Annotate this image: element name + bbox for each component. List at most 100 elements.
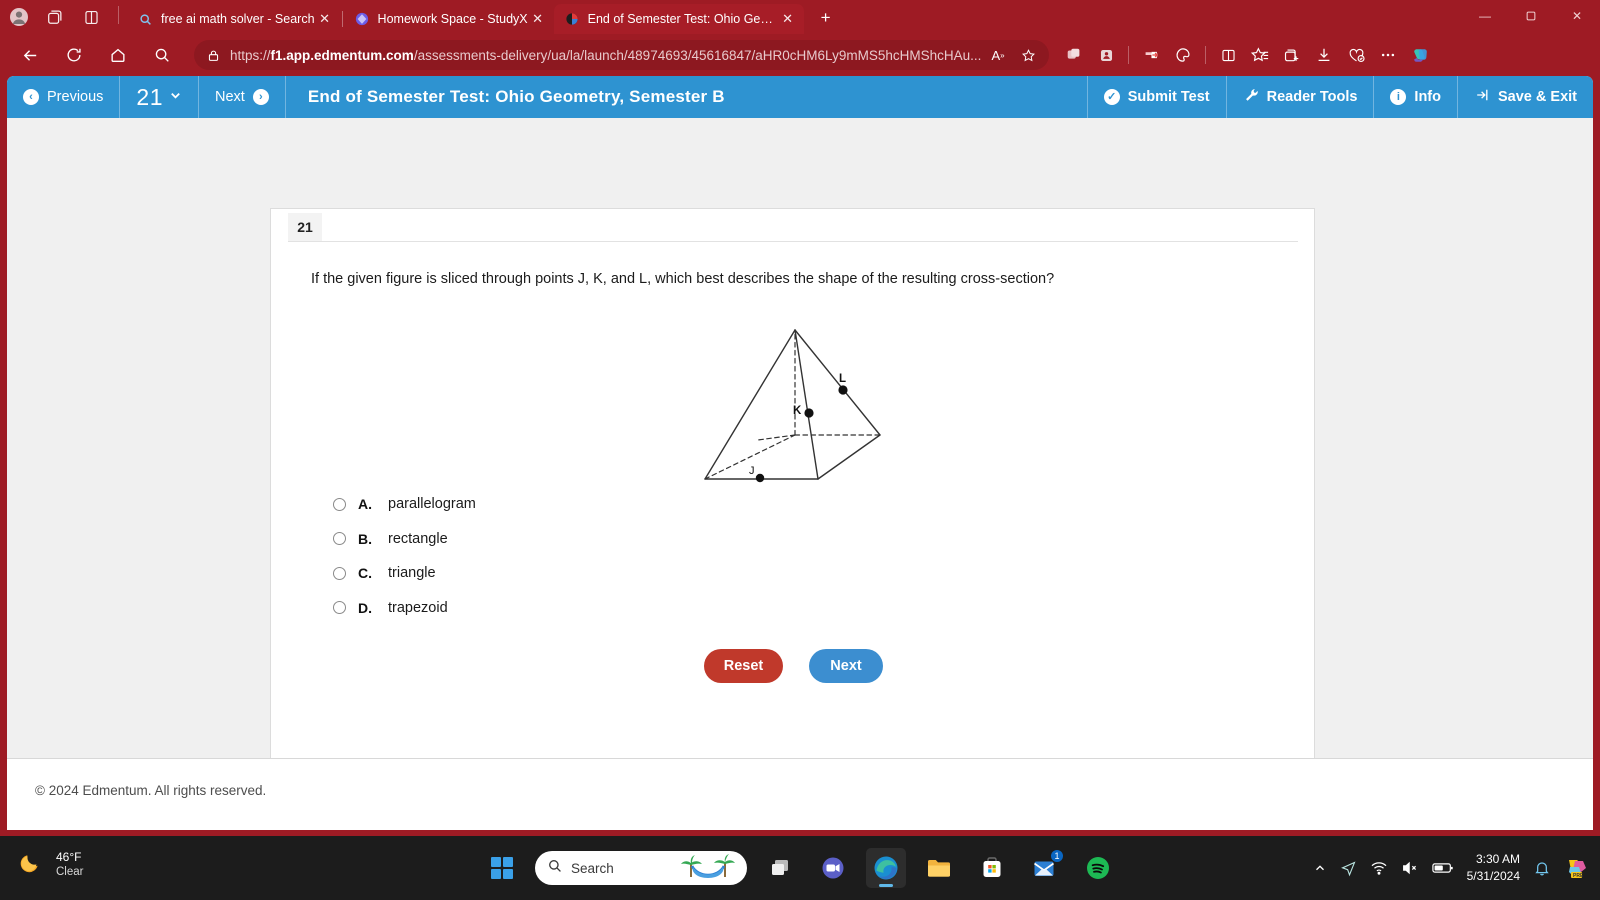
games-icon[interactable] xyxy=(1168,40,1198,70)
copilot-icon[interactable] xyxy=(1059,40,1089,70)
spotify-icon[interactable] xyxy=(1078,848,1118,888)
radio-b[interactable] xyxy=(333,532,346,546)
next-header-button[interactable]: Next › xyxy=(199,76,286,118)
address-bar[interactable]: https://f1.app.edmentum.com/assessments-… xyxy=(194,40,1049,70)
new-tab-button[interactable]: + xyxy=(812,4,840,32)
assessment-header: ‹ Previous 21 Next › End of Semester Tes… xyxy=(7,76,1593,118)
tab-divider xyxy=(341,11,343,27)
radio-a[interactable] xyxy=(333,497,346,511)
option-b[interactable]: B. rectangle xyxy=(333,522,1033,557)
reader-tools-button[interactable]: Reader Tools xyxy=(1225,76,1374,118)
minimize-button[interactable]: — xyxy=(1462,0,1508,32)
question-number-badge: 21 xyxy=(288,213,322,241)
mail-badge: 1 xyxy=(1050,849,1064,863)
home-icon[interactable] xyxy=(102,39,134,71)
close-icon[interactable]: ✕ xyxy=(528,9,548,29)
microsoft-store-icon[interactable] xyxy=(972,848,1012,888)
file-explorer-icon[interactable] xyxy=(919,848,959,888)
downloads-icon[interactable] xyxy=(1309,40,1339,70)
question-card: 21 If the given figure is sliced through… xyxy=(270,208,1315,830)
browser-tab[interactable]: free ai math solver - Search ✕ xyxy=(127,4,341,34)
refresh-icon[interactable] xyxy=(58,39,90,71)
tab-title: Homework Space - StudyX xyxy=(377,12,528,26)
option-a[interactable]: A. parallelogram xyxy=(333,487,1033,522)
info-circle-icon: i xyxy=(1390,89,1407,105)
info-label: Info xyxy=(1414,89,1441,105)
reset-button[interactable]: Reset xyxy=(704,649,783,683)
back-icon[interactable] xyxy=(14,39,46,71)
show-hidden-icons-icon[interactable] xyxy=(1313,861,1327,875)
task-view-icon[interactable] xyxy=(760,848,800,888)
collections-icon[interactable] xyxy=(1136,40,1166,70)
previous-label: Previous xyxy=(47,89,104,105)
page-title: End of Semester Test: Ohio Geometry, Sem… xyxy=(307,87,725,106)
favorites-icon[interactable] xyxy=(1245,40,1275,70)
page-footer: © 2024 Edmentum. All rights reserved. xyxy=(7,758,1593,830)
close-icon[interactable]: ✕ xyxy=(778,9,798,29)
maximize-button[interactable] xyxy=(1508,0,1554,32)
browser-tab-active[interactable]: End of Semester Test: Ohio Geom ✕ xyxy=(553,4,804,34)
option-letter: B. xyxy=(358,530,372,547)
edge-icon[interactable] xyxy=(866,848,906,888)
question-divider xyxy=(288,241,1298,242)
wifi-icon[interactable] xyxy=(1370,859,1388,877)
option-c[interactable]: C. triangle xyxy=(333,556,1033,591)
taskbar-search[interactable]: Search xyxy=(535,851,747,885)
save-exit-button[interactable]: Save & Exit xyxy=(1457,76,1593,118)
option-letter: C. xyxy=(358,565,372,582)
point-k-dot xyxy=(804,408,814,418)
tab-actions-icon[interactable] xyxy=(42,4,68,30)
option-d[interactable]: D. trapezoid xyxy=(333,591,1033,626)
tabstrip-left-icons xyxy=(0,0,127,34)
navigation-bar: https://f1.app.edmentum.com/assessments-… xyxy=(0,34,1600,76)
browser-essentials-icon[interactable] xyxy=(1341,40,1371,70)
point-l-dot xyxy=(838,385,848,395)
arrow-left-circle-icon: ‹ xyxy=(23,89,39,105)
search-placeholder: Search xyxy=(571,860,614,876)
favorite-star-icon[interactable] xyxy=(1015,42,1041,68)
previous-button[interactable]: ‹ Previous xyxy=(7,76,121,118)
radio-d[interactable] xyxy=(333,601,346,615)
settings-more-icon[interactable] xyxy=(1373,40,1403,70)
geometry-figure: J K L xyxy=(271,297,1316,487)
reader-tools-label: Reader Tools xyxy=(1266,89,1358,105)
question-number-value: 21 xyxy=(136,83,164,110)
content-area: 21 If the given figure is sliced through… xyxy=(7,118,1593,830)
edge-apex-right xyxy=(794,329,881,436)
running-indicator xyxy=(879,884,893,887)
toolbar-divider xyxy=(1128,46,1129,64)
account-avatar-icon[interactable] xyxy=(6,4,32,30)
battery-icon[interactable] xyxy=(1431,861,1454,875)
clock[interactable]: 3:30 AM 5/31/2024 xyxy=(1467,851,1520,885)
read-aloud-icon[interactable]: A» xyxy=(985,42,1011,68)
answer-options: A. parallelogram B. rectangle C. triangl… xyxy=(333,487,1033,625)
chevron-down-icon xyxy=(169,89,182,105)
copilot-sidebar-icon[interactable] xyxy=(1405,40,1435,70)
prezi-icon[interactable]: PRE xyxy=(1564,855,1590,881)
add-collection-icon[interactable] xyxy=(1277,40,1307,70)
point-l-label: L xyxy=(839,373,846,385)
close-icon[interactable]: ✕ xyxy=(315,9,335,29)
location-icon[interactable] xyxy=(1340,860,1357,877)
teams-icon[interactable] xyxy=(813,848,853,888)
bell-icon[interactable] xyxy=(1533,859,1551,877)
next-button[interactable]: Next xyxy=(809,649,883,683)
start-button[interactable] xyxy=(482,848,522,888)
submit-test-button[interactable]: ✓ Submit Test xyxy=(1086,76,1226,118)
split-screen-icon[interactable] xyxy=(78,4,104,30)
question-number-selector[interactable]: 21 xyxy=(120,76,200,118)
window-controls: — ✕ xyxy=(1462,0,1600,32)
radio-c[interactable] xyxy=(333,566,346,580)
search-icon[interactable] xyxy=(146,39,178,71)
split-screen-icon[interactable] xyxy=(1213,40,1243,70)
point-j-dot xyxy=(755,473,765,483)
volume-muted-icon[interactable] xyxy=(1401,859,1419,877)
point-k-label: K xyxy=(793,405,802,417)
mail-icon[interactable]: 1 xyxy=(1025,848,1065,888)
url-text: https://f1.app.edmentum.com/assessments-… xyxy=(230,47,982,63)
close-window-button[interactable]: ✕ xyxy=(1554,0,1600,32)
check-circle-icon: ✓ xyxy=(1103,89,1120,105)
browser-tab[interactable]: Homework Space - StudyX ✕ xyxy=(344,4,554,34)
shopping-icon[interactable] xyxy=(1091,40,1121,70)
info-button[interactable]: i Info xyxy=(1373,76,1457,118)
